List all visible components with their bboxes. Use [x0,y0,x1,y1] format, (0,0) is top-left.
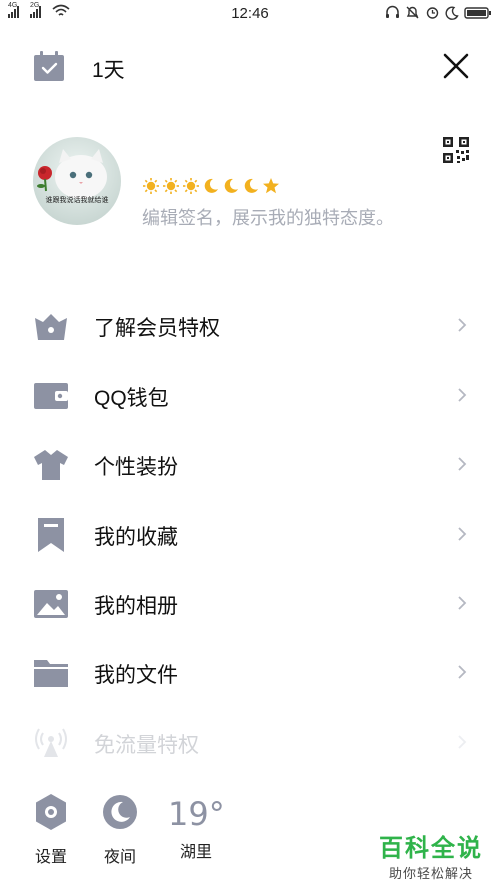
watermark-title: 百科全说 [379,835,483,862]
menu-label-wallet: QQ钱包 [94,387,169,410]
sun-level-icon [183,178,199,194]
watermark-logo: 百科全说 助你轻松解决 [372,828,490,882]
battery-icon [464,6,491,19]
tshirt-icon [34,450,68,480]
menu-item-free-data[interactable]: 免流量特权 [0,709,500,775]
settings-button[interactable]: 设置 [32,792,70,867]
avatar-caption: 谁跟我说话我就给谁 [45,196,109,204]
menu-label-vip: 了解会员特权 [94,317,220,340]
folder-icon [34,660,68,687]
star-level-icon [263,178,279,194]
menu-item-album[interactable]: 我的相册 [0,570,500,636]
settings-label: 设置 [34,849,67,866]
mute-bell-icon [406,6,419,19]
menu-item-dress-up[interactable]: 个性装扮 [0,431,500,497]
moon-level-icon [244,178,258,193]
top-bar: 1天 [0,48,500,88]
moon-level-icon [224,178,238,193]
menu-label-dress-up: 个性装扮 [94,456,178,479]
antenna-icon [35,728,67,757]
menu-item-wallet[interactable]: QQ钱包 [0,362,500,428]
moon-level-icon [204,178,218,193]
signature-placeholder[interactable]: 编辑签名，展示我的独特态度。 [142,204,394,230]
menu-item-favorites[interactable]: 我的收藏 [0,501,500,567]
menu-item-vip[interactable]: 了解会员特权 [0,292,500,358]
weather-location: 湖里 [179,844,212,861]
menu-label-favorites: 我的收藏 [94,526,178,549]
night-moon-icon [103,795,137,829]
hexagon-settings-icon [36,794,66,830]
menu-item-files[interactable]: 我的文件 [0,639,500,705]
calendar-check-icon[interactable] [33,51,65,83]
wallet-icon [34,383,68,409]
chevron-right-icon [458,457,467,471]
weather-widget[interactable]: 19° 湖里 [168,792,225,862]
sun-level-icon [163,178,179,194]
check-in-days[interactable]: 1天 [92,54,125,84]
status-bar: 4G 2G 12:46 [0,0,500,28]
watermark-subtitle: 助你轻松解决 [388,866,473,881]
night-label: 夜间 [103,849,136,866]
status-right-icons [385,5,492,20]
bookmark-icon [38,518,64,552]
avatar[interactable]: 谁跟我说话我就给谁 [33,137,121,225]
qq-level-icons[interactable] [142,177,280,195]
chevron-right-icon [458,596,467,610]
avatar-cat-image [33,137,121,225]
menu-label-free-data: 免流量特权 [94,734,199,757]
chevron-right-icon [458,527,467,541]
menu-label-album: 我的相册 [94,595,178,618]
headset-icon [386,5,399,18]
chevron-right-icon [458,735,467,749]
close-icon [443,53,469,79]
chevron-right-icon [458,665,467,679]
qr-code-icon [443,137,469,163]
weather-temperature: 19° [168,795,225,833]
moon-status-icon [445,6,459,20]
chevron-right-icon [458,318,467,332]
menu-label-files: 我的文件 [94,664,178,687]
close-button[interactable] [440,50,472,82]
crown-basket-icon [35,314,67,340]
sun-level-icon [143,178,159,194]
night-mode-button[interactable]: 夜间 [101,792,139,867]
qr-code-button[interactable] [442,136,470,164]
alarm-icon [426,7,439,19]
chevron-right-icon [458,388,467,402]
photo-icon [34,590,68,618]
